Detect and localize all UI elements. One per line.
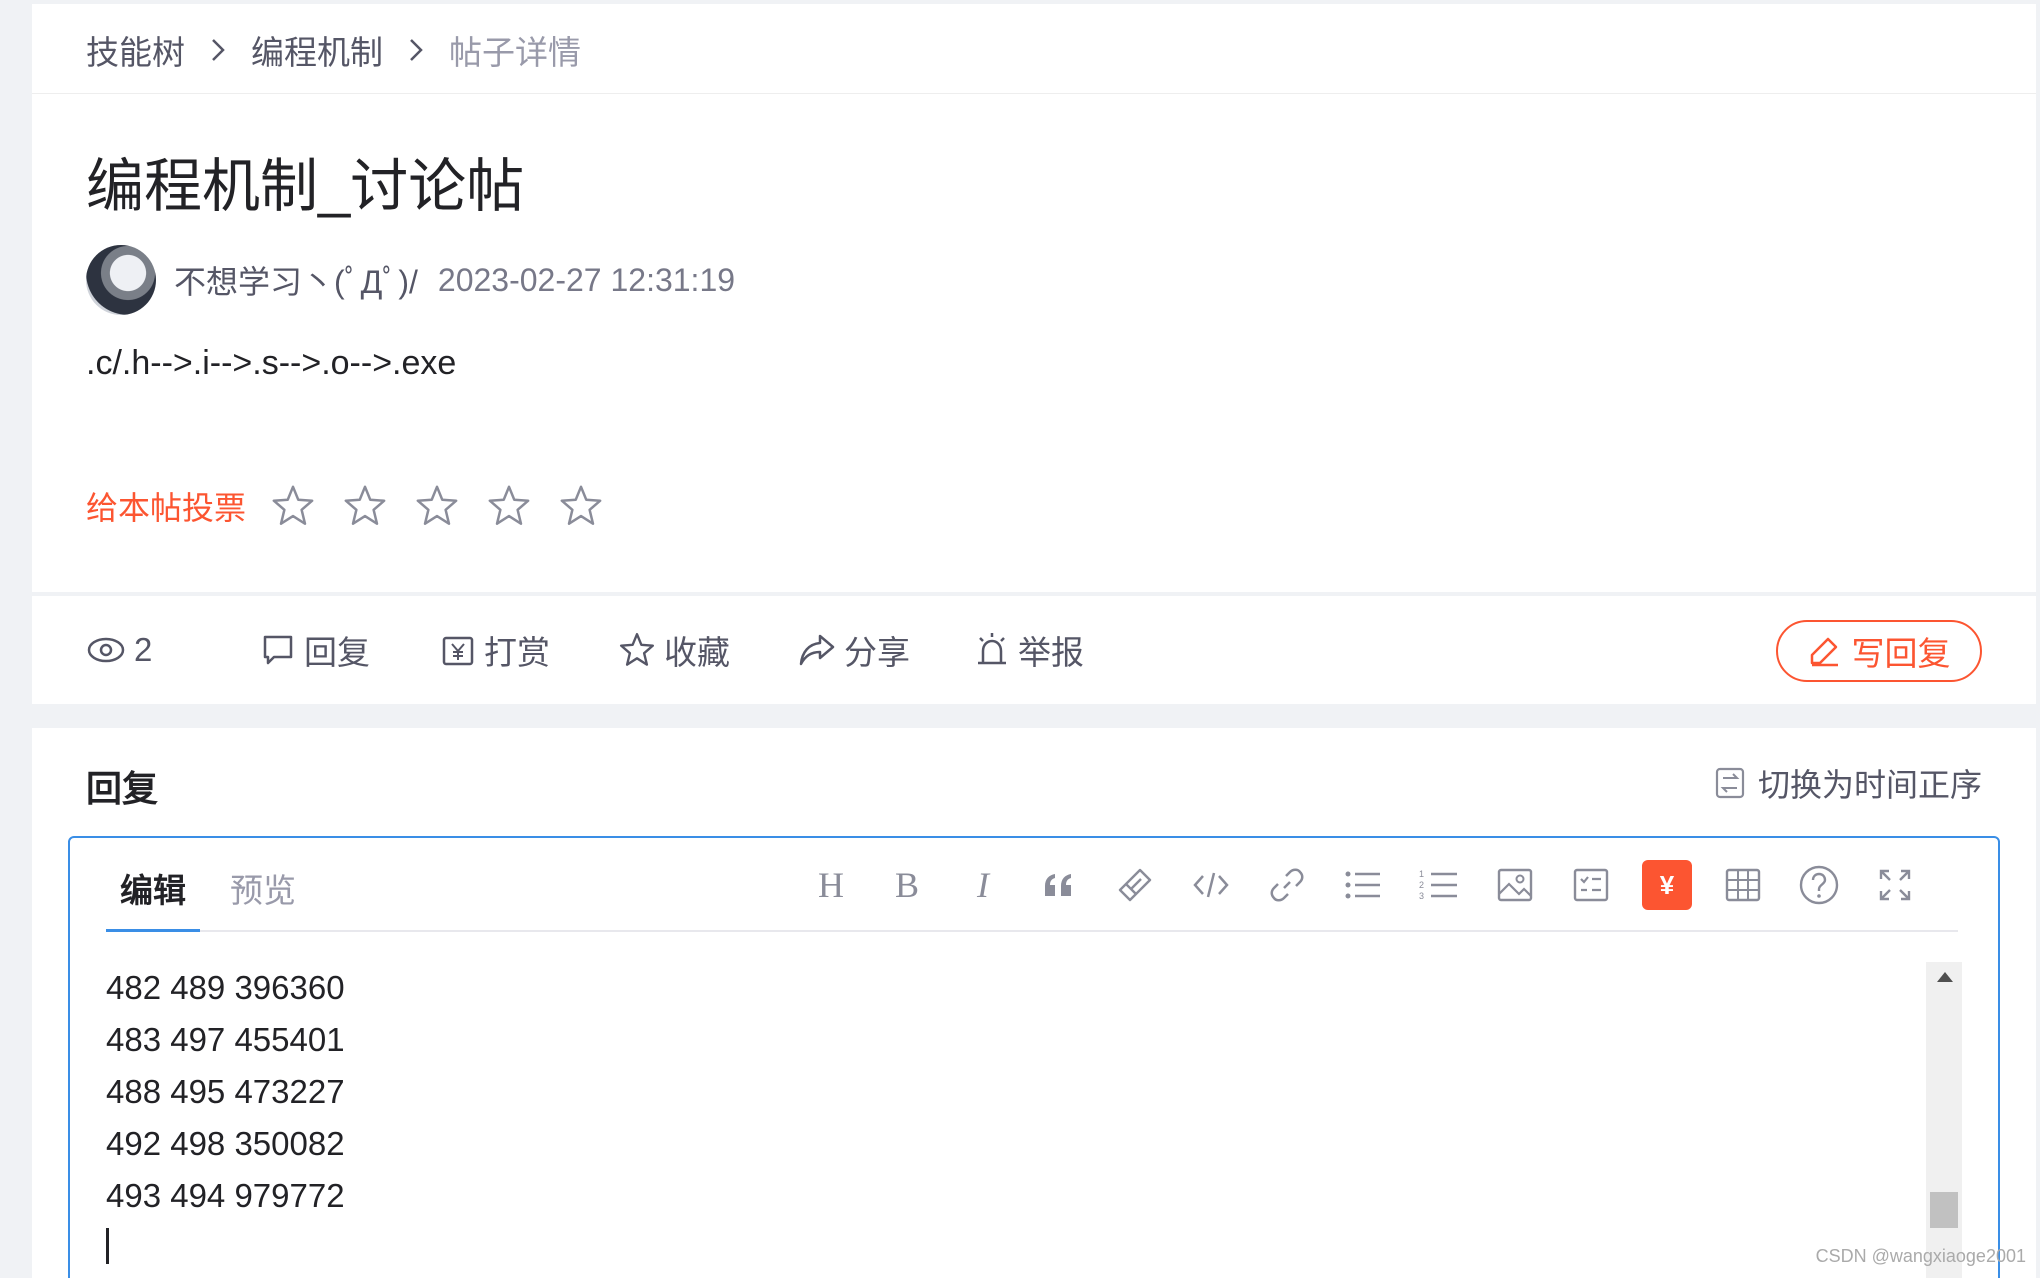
tab-preview[interactable]: 预览 bbox=[216, 864, 310, 932]
heading-icon[interactable]: H bbox=[806, 860, 856, 910]
post-card: 技能树 编程机制 帖子详情 编程机制_讨论帖 不想学习丶(ﾟДﾟ)/ 2023-… bbox=[32, 4, 2036, 592]
sort-icon bbox=[1715, 767, 1745, 799]
code-icon[interactable] bbox=[1186, 860, 1236, 910]
editor-toolbar: H B I 123 ¥ bbox=[780, 860, 1920, 910]
breadcrumb: 技能树 编程机制 帖子详情 bbox=[86, 26, 581, 74]
chevron-right-icon bbox=[209, 36, 227, 64]
share-label: 分享 bbox=[844, 634, 910, 671]
svg-text:3: 3 bbox=[1419, 891, 1424, 901]
chevron-right-icon bbox=[407, 36, 425, 64]
reward-icon bbox=[442, 636, 474, 666]
post-time: 2023-02-27 12:31:19 bbox=[437, 261, 736, 298]
edit-icon bbox=[1810, 637, 1838, 667]
editor-line: 488 495 473227 bbox=[106, 1073, 345, 1110]
reply-card: 回复 切换为时间正序 编辑 预览 H B I 1 2 3 ¥ 482 489 3… bbox=[32, 728, 2036, 1278]
comment-icon bbox=[263, 635, 293, 665]
text-cursor bbox=[106, 1228, 109, 1264]
editor-line: 493 494 979772 bbox=[106, 1177, 345, 1214]
fullscreen-icon[interactable] bbox=[1870, 860, 1920, 910]
italic-icon[interactable]: I bbox=[958, 860, 1008, 910]
checklist-icon[interactable] bbox=[1566, 860, 1616, 910]
star-icon bbox=[619, 632, 655, 666]
favorite-label: 收藏 bbox=[664, 634, 730, 671]
author-name[interactable]: 不想学习丶(ﾟДﾟ)/ bbox=[174, 257, 418, 303]
avatar[interactable] bbox=[86, 245, 156, 315]
alarm-icon bbox=[978, 633, 1006, 665]
author-row: 不想学习丶(ﾟДﾟ)/ 2023-02-27 12:31:19 bbox=[86, 244, 735, 316]
vote-label: 给本帖投票 bbox=[86, 490, 247, 526]
bold-icon[interactable]: B bbox=[882, 860, 932, 910]
reward-button[interactable]: 打赏 bbox=[440, 628, 550, 672]
action-bar: 2 回复 打赏 收藏 分享 举报 写回复 bbox=[32, 596, 2036, 704]
svg-text:1: 1 bbox=[1419, 869, 1424, 879]
reply-label: 回复 bbox=[304, 634, 370, 671]
reward-label: 打赏 bbox=[484, 634, 550, 671]
clear-format-icon[interactable] bbox=[1110, 860, 1160, 910]
star-icon-1[interactable] bbox=[270, 483, 316, 529]
link-icon[interactable] bbox=[1262, 860, 1312, 910]
image-icon[interactable] bbox=[1490, 860, 1540, 910]
tab-edit[interactable]: 编辑 bbox=[106, 864, 200, 932]
report-label: 举报 bbox=[1018, 634, 1084, 671]
star-icon-2[interactable] bbox=[342, 483, 388, 529]
share-icon bbox=[799, 634, 835, 666]
star-icon-4[interactable] bbox=[486, 483, 532, 529]
reward-icon[interactable]: ¥ bbox=[1642, 860, 1692, 910]
unordered-list-icon[interactable] bbox=[1338, 860, 1388, 910]
breadcrumb-item-programming[interactable]: 编程机制 bbox=[251, 26, 383, 74]
quote-icon[interactable] bbox=[1034, 860, 1084, 910]
breadcrumb-item-skill-tree[interactable]: 技能树 bbox=[86, 26, 185, 74]
reply-button[interactable]: 回复 bbox=[260, 628, 370, 672]
svg-text:2: 2 bbox=[1419, 880, 1424, 890]
sort-toggle-button[interactable]: 切换为时间正序 bbox=[1714, 760, 1982, 806]
report-button[interactable]: 举报 bbox=[974, 628, 1084, 672]
editor-line: 483 497 455401 bbox=[106, 1021, 345, 1058]
table-icon[interactable] bbox=[1718, 860, 1768, 910]
write-reply-label: 写回复 bbox=[1851, 635, 1951, 672]
breadcrumb-item-current: 帖子详情 bbox=[449, 34, 581, 71]
editor-tabs: 编辑 预览 H B I 1 2 3 ¥ bbox=[106, 838, 1958, 932]
sort-toggle-label: 切换为时间正序 bbox=[1757, 767, 1982, 803]
write-reply-button[interactable]: 写回复 bbox=[1776, 620, 1982, 682]
help-icon[interactable] bbox=[1794, 860, 1844, 910]
star-icon-5[interactable] bbox=[558, 483, 604, 529]
view-count-value: 2 bbox=[134, 631, 153, 668]
watermark: CSDN @wangxiaoge2001 bbox=[1815, 1246, 2026, 1266]
view-count: 2 bbox=[86, 628, 152, 672]
post-title: 编程机制_讨论帖 bbox=[86, 154, 525, 219]
scrollbar-thumb[interactable] bbox=[1930, 1192, 1958, 1228]
reply-heading: 回复 bbox=[86, 768, 159, 809]
editor-textarea[interactable]: 482 489 396360 483 497 455401 488 495 47… bbox=[106, 962, 1906, 1278]
favorite-button[interactable]: 收藏 bbox=[618, 628, 730, 672]
divider bbox=[32, 93, 2036, 94]
editor-scrollbar[interactable] bbox=[1926, 962, 1962, 1278]
ordered-list-icon[interactable]: 123 bbox=[1414, 860, 1464, 910]
post-body: .c/.h-->.i-->.s-->.o-->.exe bbox=[86, 344, 457, 382]
markdown-editor: 编辑 预览 H B I 1 2 3 ¥ 482 489 396360 483 4… bbox=[68, 836, 2000, 1278]
eye-icon bbox=[87, 637, 125, 663]
vote-row: 给本帖投票 bbox=[86, 478, 630, 534]
editor-line: 482 489 396360 bbox=[106, 969, 345, 1006]
editor-line: 492 498 350082 bbox=[106, 1125, 345, 1162]
scroll-up-arrow-icon[interactable] bbox=[1937, 972, 1953, 982]
share-button[interactable]: 分享 bbox=[798, 628, 910, 672]
star-icon-3[interactable] bbox=[414, 483, 460, 529]
